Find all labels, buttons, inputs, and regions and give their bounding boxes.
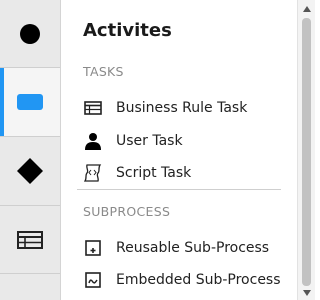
rail-item-activities[interactable]	[0, 68, 60, 137]
table-icon	[17, 230, 43, 249]
rail-item-data[interactable]	[0, 206, 60, 274]
reusable-subprocess-icon	[83, 238, 103, 258]
scroll-up-arrow-icon[interactable]	[298, 2, 315, 16]
menu-item-label: Embedded Sub-Process	[116, 272, 281, 288]
activities-palette-panel: Activites TASKS Business Rule Task User …	[61, 0, 297, 300]
menu-item-label: Business Rule Task	[116, 100, 248, 116]
menu-item-label: User Task	[116, 133, 183, 149]
rectangle-icon	[17, 94, 43, 110]
palette-category-rail	[0, 0, 61, 300]
section-label-subprocess: SUBPROCESS	[83, 204, 171, 219]
scroll-down-arrow-icon[interactable]	[298, 286, 315, 300]
embedded-subprocess-icon	[83, 270, 103, 290]
business-rule-icon	[83, 98, 103, 118]
rail-item-events[interactable]	[0, 0, 60, 68]
vertical-scrollbar[interactable]	[297, 0, 315, 300]
menu-item-label: Reusable Sub-Process	[116, 240, 270, 256]
scrollbar-thumb[interactable]	[302, 18, 311, 286]
menu-item-embedded-sub-process[interactable]: Embedded Sub-Process	[83, 267, 283, 293]
rail-item-gateways[interactable]	[0, 137, 60, 206]
section-divider	[77, 189, 281, 190]
section-label-tasks: TASKS	[83, 64, 124, 79]
menu-item-script-task[interactable]: Script Task	[83, 160, 283, 186]
circle-icon	[20, 23, 40, 44]
script-icon	[83, 163, 103, 183]
panel-title: Activites	[83, 20, 172, 41]
menu-item-business-rule-task[interactable]: Business Rule Task	[83, 95, 283, 121]
diamond-icon	[17, 158, 43, 184]
menu-item-user-task[interactable]: User Task	[83, 128, 283, 154]
user-icon	[83, 131, 103, 151]
menu-item-label: Script Task	[116, 165, 192, 181]
menu-item-reusable-sub-process[interactable]: Reusable Sub-Process	[83, 235, 283, 261]
